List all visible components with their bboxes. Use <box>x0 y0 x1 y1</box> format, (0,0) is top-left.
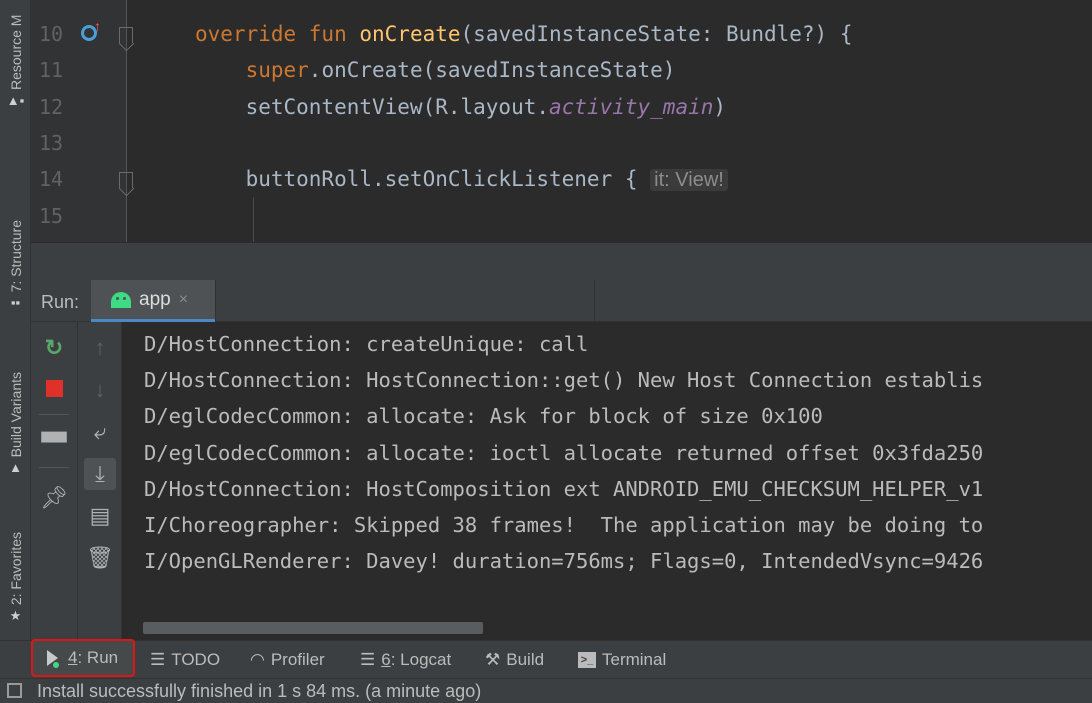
print-icon[interactable]: ▤ <box>84 500 116 532</box>
code-token: setContentView(R.layout. <box>195 94 550 119</box>
profiler-gauge-icon: ◠ <box>250 650 265 669</box>
favorites-tab[interactable]: 2: Favorites ★ <box>0 505 31 623</box>
toolbar-separator <box>39 414 69 415</box>
hammer-icon: ⚒ <box>485 650 501 669</box>
tab-terminal-label: Terminal <box>602 650 667 669</box>
rerun-icon[interactable]: ↻ <box>38 332 70 364</box>
header-separator <box>215 280 216 322</box>
tab-run-label: : Run <box>77 648 119 667</box>
code-text: super.onCreate(savedInstanceState) <box>195 52 676 88</box>
running-indicator <box>53 662 59 668</box>
console-line: D/eglCodecCommon: allocate: Ask for bloc… <box>144 404 823 429</box>
line-number: 14 <box>39 167 64 192</box>
line-number: 10 <box>39 22 64 46</box>
build-variants-tab[interactable]: Build Variants ▲ <box>0 340 31 475</box>
run-window-header: Run: app × <box>31 280 1092 322</box>
tab-app[interactable]: app × <box>91 280 215 322</box>
console-line: I/OpenGLRenderer: Davey! duration=756ms;… <box>144 549 984 574</box>
logcat-icon: ☰ <box>360 650 376 669</box>
status-bar: Install successfully finished in 1 s 84 … <box>0 678 1092 703</box>
tab-todo[interactable]: ☰ TODO <box>150 641 220 679</box>
structure-icon: ▪▪ <box>10 295 21 310</box>
console-output[interactable]: D/HostConnection: createUnique: call D/Ho… <box>123 322 1092 640</box>
tab-app-label: app <box>139 288 171 310</box>
favorites-label: 2: Favorites <box>7 531 24 605</box>
structure-label: 7: Structure <box>7 219 24 292</box>
code-token: onCreate <box>359 22 461 46</box>
up-arrow-icon[interactable]: ↑ <box>84 332 116 364</box>
run-icon <box>47 650 59 668</box>
star-icon: ★ <box>9 608 22 623</box>
code-text: buttonRoll.setOnClickListener { it: View… <box>195 161 728 198</box>
code-token: buttonRoll.setOnClickListener { <box>195 167 651 192</box>
run-window-label: Run: <box>41 292 80 312</box>
line-number: 15 <box>39 203 64 228</box>
build-variants-label: Build Variants <box>7 371 24 457</box>
code-line: 11 super.onCreate(savedInstanceState) <box>31 52 1092 88</box>
resource-manager-label: Resource M <box>7 14 24 90</box>
layout-icon[interactable]: ▀▀ <box>38 426 70 458</box>
console-line: D/eglCodecCommon: allocate: ioctl alloca… <box>144 440 984 465</box>
code-text: override fun onCreate(savedInstanceState… <box>195 16 852 52</box>
line-number: 11 <box>39 58 64 83</box>
tab-profiler-label: Profiler <box>270 650 325 669</box>
code-line: 12 setContentView(R.layout.activity_main… <box>31 89 1092 125</box>
line-number: 13 <box>39 130 64 155</box>
status-message: Install successfully finished in 1 s 84 … <box>37 681 482 701</box>
tab-profiler[interactable]: ◠ Profiler <box>250 641 325 679</box>
close-tab-icon[interactable]: × <box>179 291 188 309</box>
bottom-tool-stripe: 4: Run ☰ TODO ◠ Profiler ☰ 6: Logcat ⚒ B… <box>0 639 1092 679</box>
android-icon <box>111 291 131 308</box>
parameter-hint: it: View! <box>650 169 728 192</box>
code-token: override fun <box>195 22 360 46</box>
tool-window-toggle-icon[interactable] <box>7 683 22 698</box>
tab-logcat-number: 6 <box>381 650 391 669</box>
terminal-icon: >_ <box>578 652 596 668</box>
horizontal-scrollbar[interactable] <box>143 622 483 634</box>
scroll-to-end-icon[interactable]: ⤓ <box>84 458 116 490</box>
pin-icon[interactable]: 📌︎ <box>38 482 70 514</box>
code-token: .onCreate(savedInstanceState) <box>308 58 676 83</box>
code-token: ) <box>713 94 727 119</box>
console-line: D/HostConnection: HostConnection::get() … <box>144 368 984 393</box>
code-token: (savedInstanceState: Bundle?) { <box>460 22 853 46</box>
line-number: 12 <box>39 94 64 119</box>
console-line: D/HostConnection: HostComposition ext AN… <box>144 476 984 501</box>
build-variants-icon: ▲ <box>9 460 22 475</box>
stop-icon <box>45 379 63 397</box>
resource-icon: ▲▪ <box>6 93 25 108</box>
code-token: super <box>195 58 309 83</box>
tab-build[interactable]: ⚒ Build <box>485 641 544 679</box>
run-toolbar-secondary: ↑ ↓ ⤶ ⤓ ▤ 🗑︎ <box>78 322 122 640</box>
code-token: activity_main <box>549 94 714 119</box>
code-text: setContentView(R.layout.activity_main) <box>195 89 726 125</box>
console-line: D/HostConnection: createUnique: call <box>144 332 589 356</box>
structure-tab[interactable]: 7: Structure ▪▪ <box>0 190 31 310</box>
todo-icon: ☰ <box>150 650 166 669</box>
code-line: 10 override fun onCreate(savedInstanceSta… <box>31 16 1092 52</box>
stop-button[interactable] <box>38 372 70 404</box>
tab-logcat[interactable]: ☰ 6: Logcat <box>360 641 451 679</box>
toolbar-separator <box>39 467 69 468</box>
down-arrow-icon[interactable]: ↓ <box>84 374 116 406</box>
left-tool-stripe: Resource M ▲▪ 7: Structure ▪▪ Build Vari… <box>0 0 31 678</box>
resource-manager-tab[interactable]: Resource M ▲▪ <box>0 0 31 108</box>
code-line: 13 <box>31 125 1092 161</box>
tab-run[interactable]: 4: Run <box>31 639 135 677</box>
tab-build-label: Build <box>506 650 545 669</box>
tab-logcat-label: : Logcat <box>390 650 452 669</box>
tab-run-number: 4 <box>68 648 78 667</box>
soft-wrap-icon[interactable]: ⤶ <box>84 416 116 448</box>
pane-divider[interactable] <box>31 242 1092 280</box>
run-toolbar-primary: ↻ ▀▀ 📌︎ <box>31 322 78 640</box>
code-editor[interactable]: 10 override fun onCreate(savedInstanceSta… <box>31 0 1092 242</box>
console-line: I/Choreographer: Skipped 38 frames! The … <box>144 513 984 537</box>
tab-todo-label: TODO <box>171 650 221 669</box>
code-line: 15 <box>31 198 1092 234</box>
code-line: 14 buttonRoll.setOnClickListener { it: V… <box>31 161 1092 197</box>
header-separator <box>594 280 595 322</box>
trash-icon[interactable]: 🗑︎ <box>84 542 116 574</box>
tab-terminal[interactable]: >_ Terminal <box>578 641 666 679</box>
